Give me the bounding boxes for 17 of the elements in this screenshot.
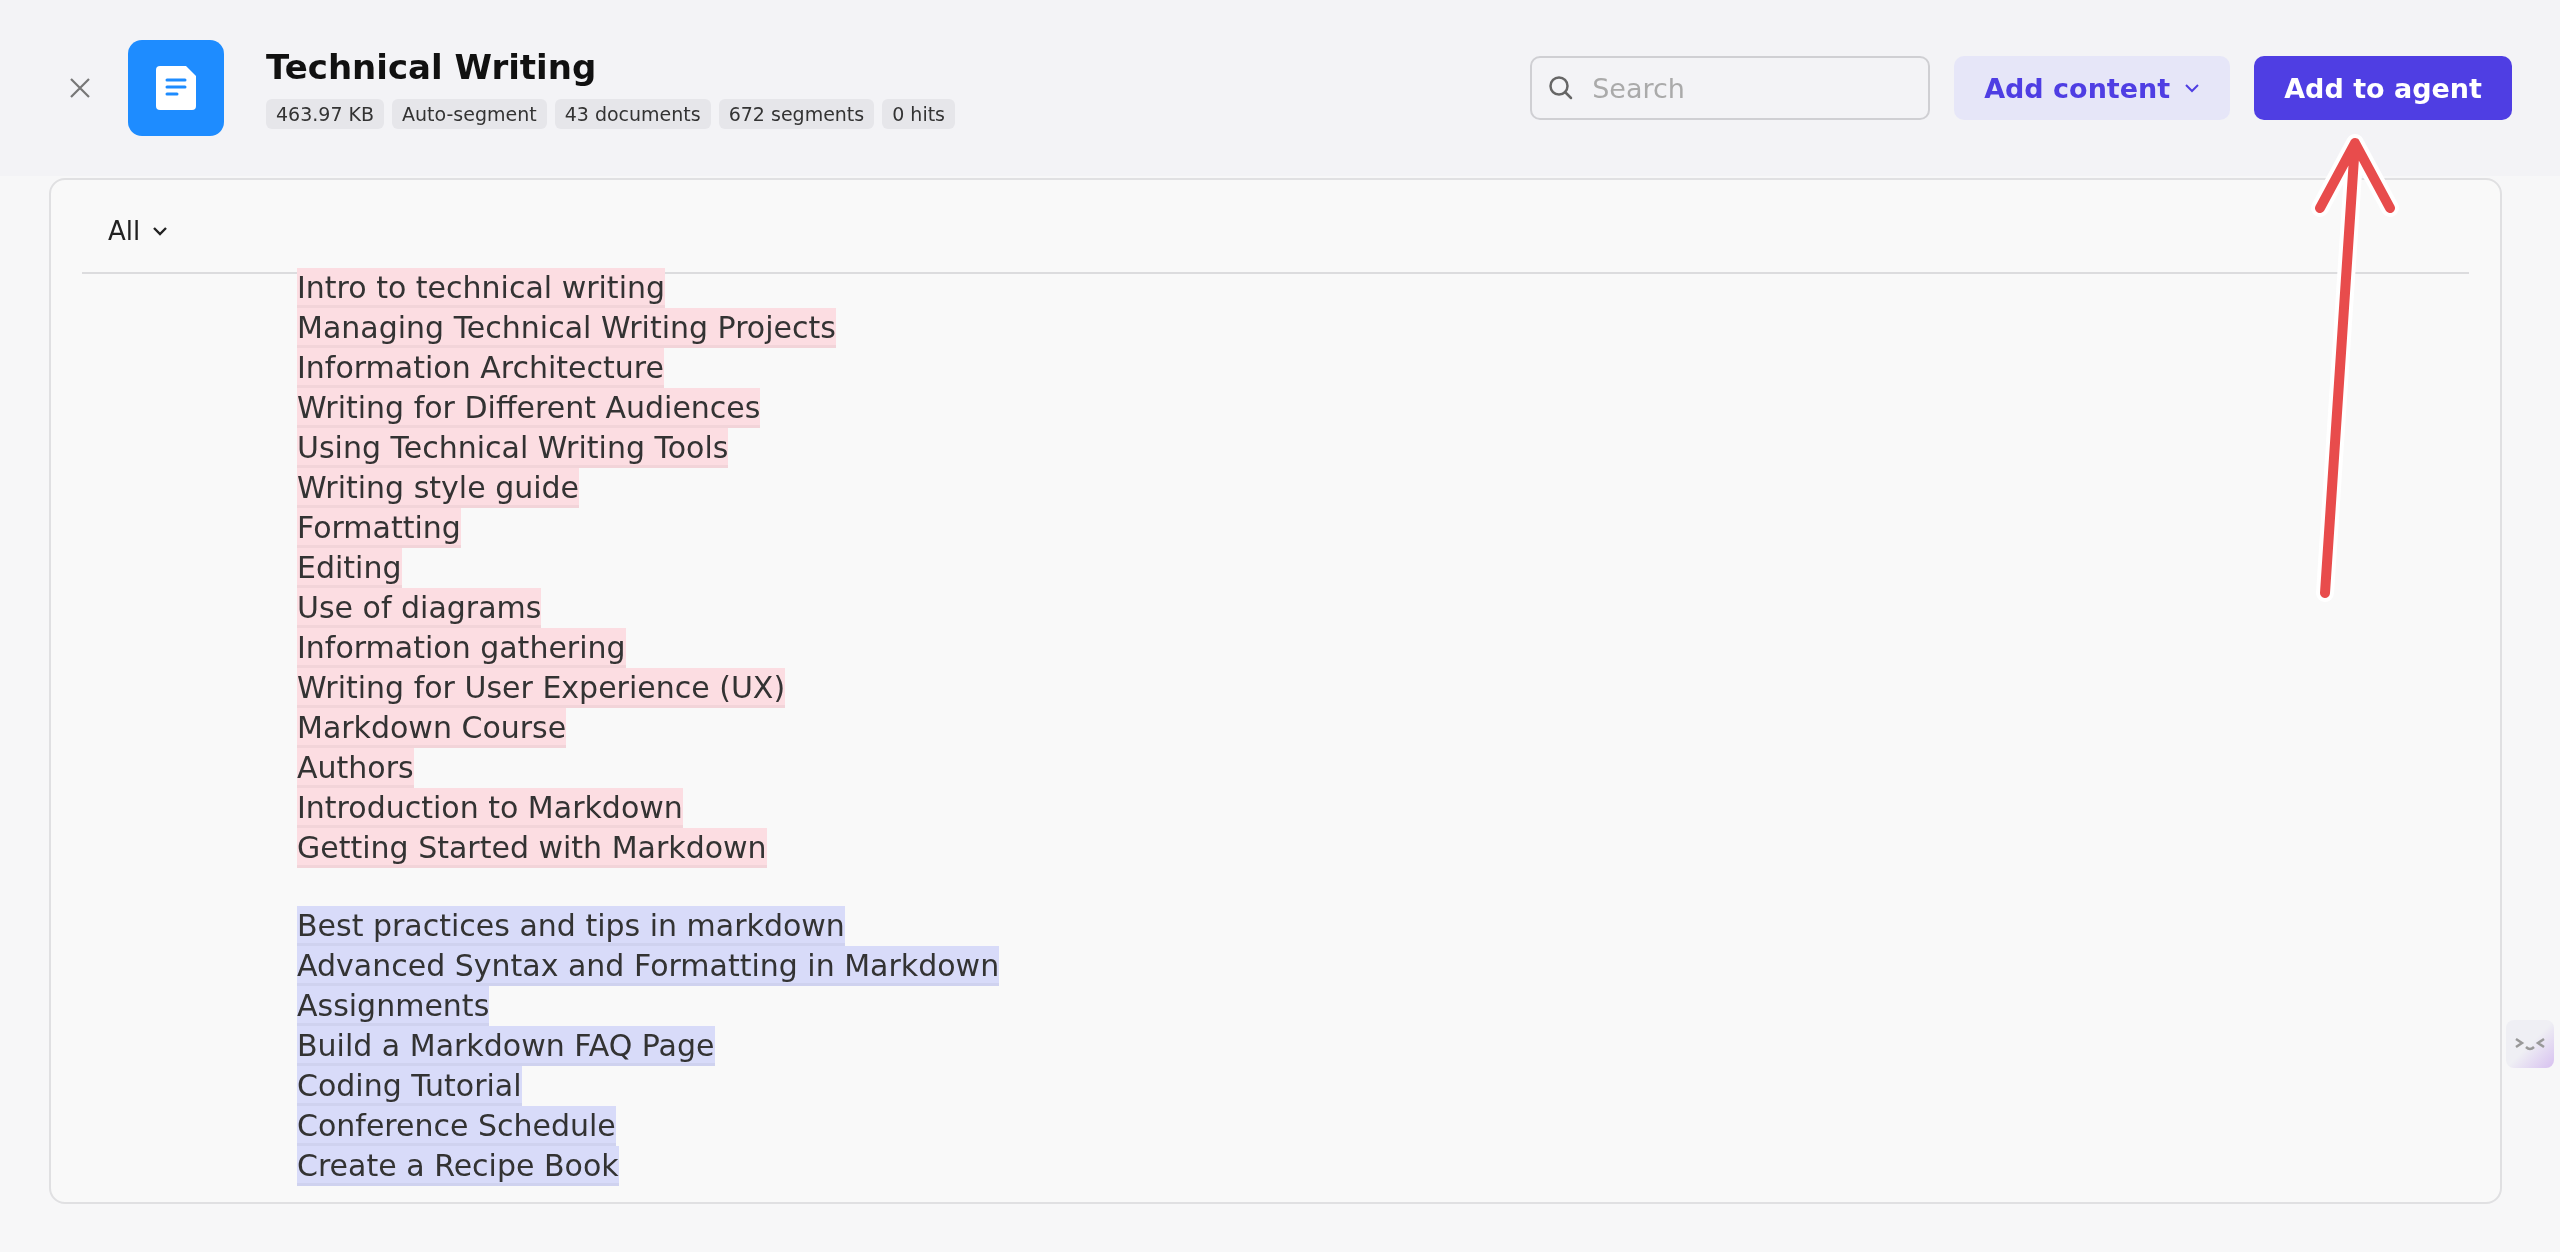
document-tile-icon xyxy=(128,40,224,136)
search-icon xyxy=(1548,75,1575,101)
assistant-widget[interactable] xyxy=(2506,1020,2554,1068)
filter-dropdown[interactable]: All xyxy=(108,210,169,252)
info-tag: Auto-segment xyxy=(392,99,547,129)
dataset-title: Technical Writing xyxy=(266,47,598,87)
face-icon xyxy=(2506,1020,2554,1068)
close-icon xyxy=(68,76,92,100)
info-tag: 0 hits xyxy=(882,99,956,129)
chevron-down-icon xyxy=(152,226,169,236)
add-content-button[interactable]: Add content xyxy=(1954,56,2231,120)
info-tag: 463.97 KB xyxy=(266,99,384,129)
chevron-down-icon xyxy=(2184,83,2201,93)
info-tag: 672 segments xyxy=(718,99,875,129)
search-field[interactable]: Search xyxy=(1530,56,1931,120)
info-tag: 43 documents xyxy=(554,99,711,129)
add-to-agent-button[interactable]: Add to agent xyxy=(2254,56,2512,120)
